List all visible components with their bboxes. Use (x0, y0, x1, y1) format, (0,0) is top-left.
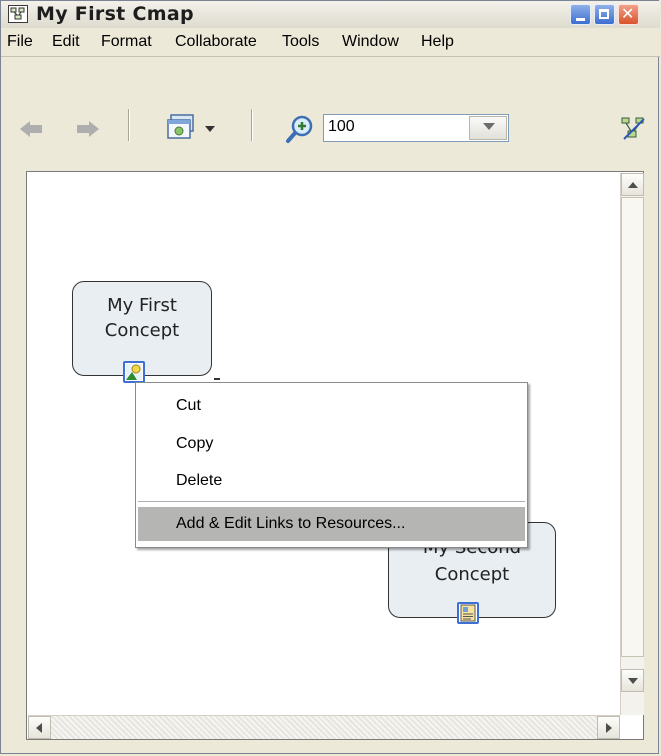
arrow-down-icon (628, 678, 638, 684)
close-button[interactable]: ✕ (618, 4, 639, 25)
zoom-in-icon[interactable] (285, 114, 315, 144)
menu-collaborate[interactable]: Collaborate (175, 33, 257, 51)
menu-tools[interactable]: Tools (282, 33, 319, 51)
minimize-icon (576, 18, 585, 21)
window-title: My First Cmap (36, 3, 194, 25)
scroll-right-button[interactable] (597, 716, 620, 739)
context-menu-copy[interactable]: Copy (138, 427, 525, 461)
minimize-button[interactable] (570, 4, 591, 25)
concept-label-line2: Concept (104, 320, 180, 341)
menu-bar: File Edit Format Collaborate Tools Windo… (1, 28, 660, 57)
back-arrow-icon[interactable] (18, 120, 44, 138)
maximize-button[interactable] (594, 4, 615, 25)
title-bar[interactable]: My First Cmap ✕ (1, 1, 660, 29)
context-menu-add-edit-links[interactable]: Add & Edit Links to Resources... (138, 507, 525, 541)
context-menu-label: Copy (176, 435, 214, 452)
view-options-icon (167, 114, 194, 139)
menu-file[interactable]: File (7, 33, 33, 51)
forward-arrow-icon[interactable] (75, 120, 101, 138)
menu-format[interactable]: Format (101, 33, 152, 51)
arrow-left-icon (36, 723, 42, 733)
concept-label-line1: My First (107, 295, 177, 316)
menu-window[interactable]: Window (342, 33, 399, 51)
menu-help[interactable]: Help (421, 33, 454, 51)
collaborate-icon[interactable] (620, 115, 648, 143)
context-menu-label: Add & Edit Links to Resources... (176, 515, 406, 532)
context-menu-separator (138, 501, 525, 502)
chevron-down-icon (483, 123, 495, 130)
linking-line (214, 378, 220, 380)
horizontal-scrollbar[interactable] (28, 715, 620, 739)
resource-document-icon[interactable] (457, 602, 479, 624)
resource-image-icon[interactable] (123, 361, 145, 383)
context-menu-cut[interactable]: Cut (138, 389, 525, 423)
context-menu-label: Cut (176, 397, 201, 414)
app-cmap-icon[interactable] (8, 5, 28, 23)
toolbar-separator (251, 109, 253, 141)
context-menu: Cut Copy Delete Add & Edit Links to Reso… (135, 382, 528, 548)
chevron-down-icon (205, 126, 215, 132)
arrow-up-icon (628, 182, 638, 188)
zoom-dropdown-button[interactable] (469, 116, 507, 140)
menu-edit[interactable]: Edit (52, 33, 80, 51)
toolbar-separator (128, 109, 130, 141)
scroll-left-button[interactable] (28, 716, 51, 739)
context-menu-label: Delete (176, 472, 223, 489)
scroll-down-button[interactable] (621, 669, 644, 692)
scroll-up-button[interactable] (621, 173, 644, 196)
vertical-scrollbar[interactable] (620, 173, 644, 715)
zoom-value: 100 (328, 118, 355, 135)
view-options-button[interactable] (165, 113, 227, 143)
context-menu-delete[interactable]: Delete (138, 464, 525, 498)
arrow-right-icon (606, 723, 612, 733)
maximize-icon (599, 9, 609, 19)
cmap-window: My First Cmap ✕ File Edit Format Collabo… (0, 0, 660, 754)
vertical-scroll-thumb[interactable] (621, 197, 644, 657)
concept-label-line2: Concept (434, 564, 510, 585)
close-icon: ✕ (621, 4, 635, 23)
zoom-combobox[interactable]: 100 (323, 114, 509, 142)
